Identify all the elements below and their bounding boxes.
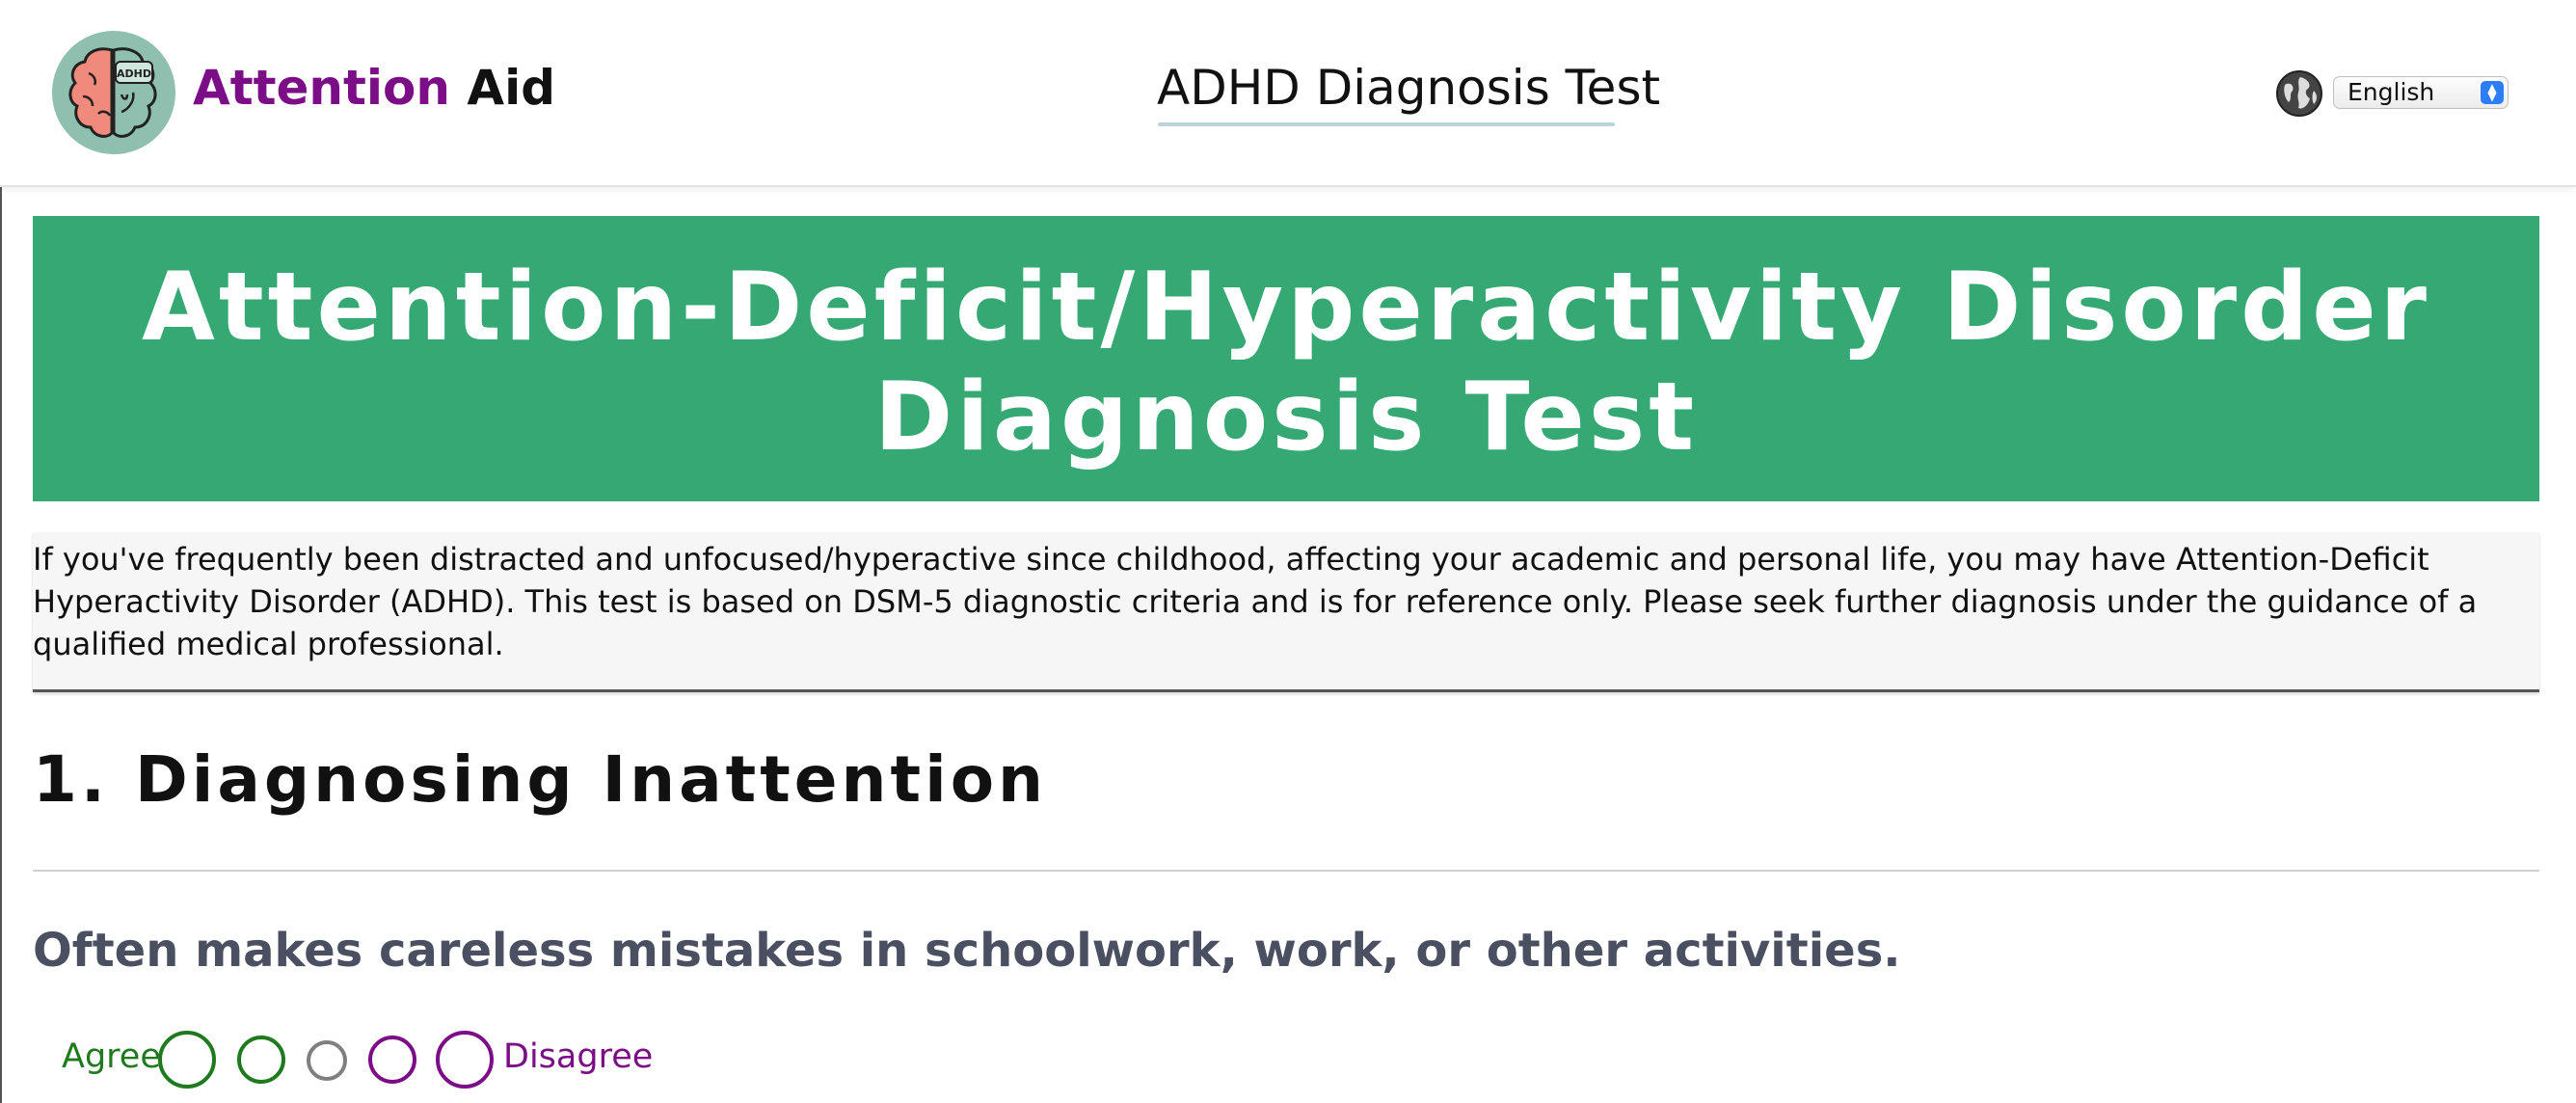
question-text: Often makes careless mistakes in schoolw… xyxy=(33,924,1901,978)
banner-title-line2: Diagnosis Test xyxy=(873,363,1699,472)
brand-name-part1: Attention xyxy=(193,60,450,116)
site-header: ADHD Attention Aid ADHD Diagnosis Test E… xyxy=(0,0,2576,187)
title-underline xyxy=(1158,122,1615,126)
banner-title-line1: Attention-Deficit/Hyperactivity Disorder xyxy=(141,253,2431,363)
section-title: 1. Diagnosing Inattention xyxy=(33,742,1048,817)
globe-icon xyxy=(2276,70,2322,117)
answer-option-2[interactable] xyxy=(237,1036,285,1084)
answer-option-4[interactable] xyxy=(368,1036,416,1084)
brand-name-part2: Aid xyxy=(467,60,556,116)
answer-option-1[interactable] xyxy=(158,1031,216,1089)
intro-text: If you've frequently been distracted and… xyxy=(33,541,2478,662)
answer-option-3[interactable] xyxy=(307,1040,347,1081)
logo-badge-text: ADHD xyxy=(117,67,151,80)
section-divider xyxy=(33,870,2539,872)
intro-box: If you've frequently been distracted and… xyxy=(33,532,2539,692)
select-arrows-icon: ▲ ▼ xyxy=(2481,81,2504,104)
brand-name[interactable]: Attention Aid xyxy=(193,60,555,116)
brain-logo-icon: ADHD xyxy=(52,31,175,154)
hero-banner: Attention-Deficit/Hyperactivity Disorder… xyxy=(33,216,2539,501)
disagree-label: Disagree xyxy=(503,1037,654,1076)
page-nav-title[interactable]: ADHD Diagnosis Test xyxy=(1157,60,1660,116)
language-select-value: English xyxy=(2348,78,2435,106)
agree-label: Agree xyxy=(62,1037,161,1076)
language-select[interactable]: English ▲ ▼ xyxy=(2333,76,2509,109)
logo[interactable]: ADHD xyxy=(50,29,177,156)
answer-option-5[interactable] xyxy=(436,1031,494,1089)
